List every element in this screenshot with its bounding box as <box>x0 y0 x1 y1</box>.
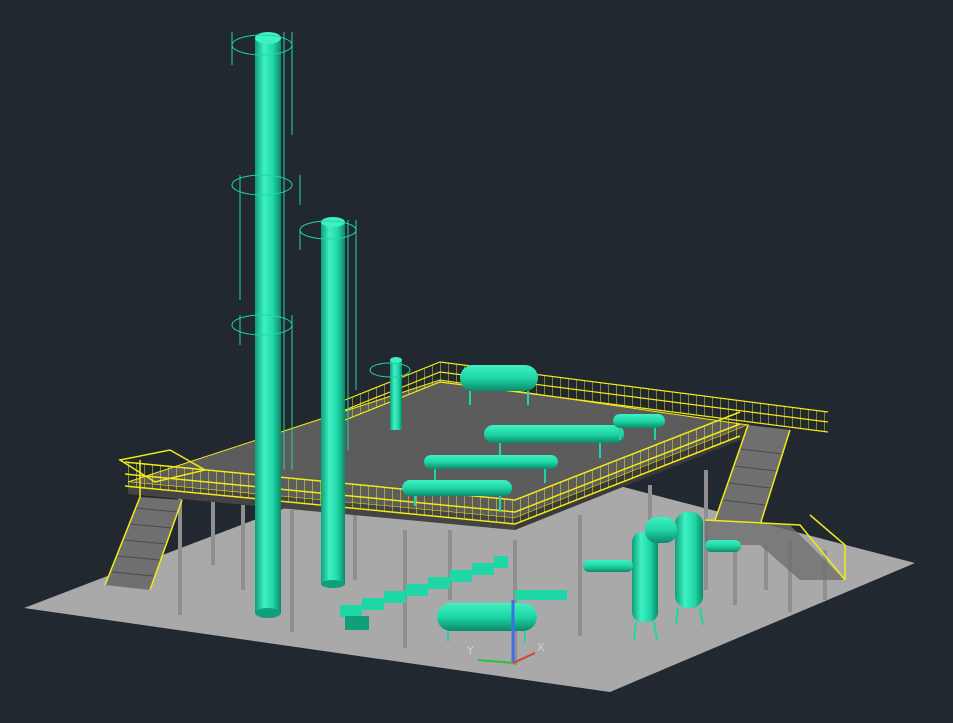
ucs-x-label: X <box>537 641 545 654</box>
ucs-y-label: Y <box>466 644 474 657</box>
cad-3d-viewport[interactable]: X Y <box>0 0 953 718</box>
